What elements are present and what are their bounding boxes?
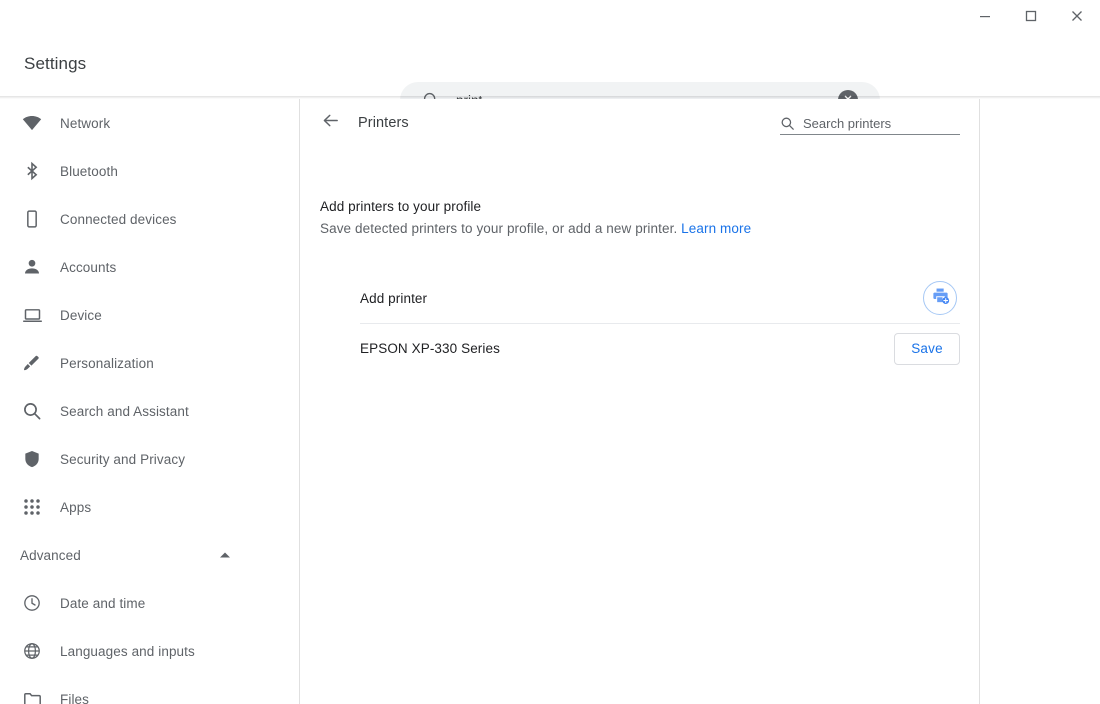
person-icon xyxy=(20,255,44,279)
row-label: EPSON XP-330 Series xyxy=(360,341,500,356)
search-icon xyxy=(20,399,44,423)
sidebar-item-label: Security and Privacy xyxy=(60,452,185,467)
brush-icon xyxy=(20,351,44,375)
minimize-button[interactable] xyxy=(962,0,1008,32)
sidebar-item-search-and-assistant[interactable]: Search and Assistant xyxy=(0,387,299,435)
window-titlebar xyxy=(0,0,1100,32)
sidebar-item-files[interactable]: Files xyxy=(0,675,299,704)
printer-search-input[interactable] xyxy=(803,116,979,131)
maximize-button[interactable] xyxy=(1008,0,1054,32)
add-printer-button[interactable] xyxy=(923,281,957,315)
sidebar-nav: Network Bluetooth Connected devices xyxy=(0,99,300,704)
sidebar-item-device[interactable]: Device xyxy=(0,291,299,339)
sidebar-item-personalization[interactable]: Personalization xyxy=(0,339,299,387)
search-icon xyxy=(780,116,795,131)
sidebar-item-date-and-time[interactable]: Date and time xyxy=(0,579,299,627)
grid-apps-icon xyxy=(20,495,44,519)
phone-icon xyxy=(20,207,44,231)
save-button[interactable]: Save xyxy=(894,333,960,365)
sidebar-item-label: Personalization xyxy=(60,356,154,371)
sidebar-item-label: Device xyxy=(60,308,102,323)
printer-row-epson: EPSON XP-330 Series Save xyxy=(360,323,960,373)
sidebar-item-label: Bluetooth xyxy=(60,164,118,179)
printer-rows: Add printer EPSON XP-330 Series xyxy=(301,273,979,373)
settings-window: Settings Netw xyxy=(0,0,1100,704)
section-description-text: Save detected printers to your profile, … xyxy=(320,221,677,236)
add-printer-row[interactable]: Add printer xyxy=(360,273,960,323)
section-title: Add printers to your profile xyxy=(320,197,960,217)
sidebar-item-label: Network xyxy=(60,116,110,131)
learn-more-link[interactable]: Learn more xyxy=(681,221,751,236)
sidebar-advanced-toggle[interactable]: Advanced xyxy=(0,531,299,579)
laptop-icon xyxy=(20,303,44,327)
sidebar-item-label: Connected devices xyxy=(60,212,177,227)
printer-search-field[interactable] xyxy=(780,113,960,135)
sidebar-item-bluetooth[interactable]: Bluetooth xyxy=(0,147,299,195)
main-content: Printers Add printers to your profile Sa… xyxy=(301,99,980,704)
sidebar-advanced-label: Advanced xyxy=(20,548,219,563)
page-title: Printers xyxy=(358,113,409,133)
minimize-icon xyxy=(979,10,991,22)
arrow-left-icon xyxy=(321,111,340,135)
sidebar-item-label: Apps xyxy=(60,500,91,515)
app-title: Settings xyxy=(24,32,86,96)
folder-icon xyxy=(20,687,44,704)
chevron-up-icon xyxy=(219,551,231,559)
sidebar-item-network[interactable]: Network xyxy=(0,99,299,147)
sidebar-item-apps[interactable]: Apps xyxy=(0,483,299,531)
add-printers-section: Add printers to your profile Save detect… xyxy=(301,149,979,239)
sidebar-item-label: Accounts xyxy=(60,260,116,275)
row-label: Add printer xyxy=(360,291,427,306)
shield-icon xyxy=(20,447,44,471)
globe-icon xyxy=(20,639,44,663)
sidebar-item-label: Files xyxy=(60,692,89,704)
close-icon xyxy=(1071,10,1083,22)
sidebar-item-languages-and-inputs[interactable]: Languages and inputs xyxy=(0,627,299,675)
wifi-icon xyxy=(20,111,44,135)
sidebar-item-label: Date and time xyxy=(60,596,145,611)
sidebar-item-connected-devices[interactable]: Connected devices xyxy=(0,195,299,243)
close-button[interactable] xyxy=(1054,0,1100,32)
printers-page-header: Printers xyxy=(301,99,979,149)
clock-icon xyxy=(20,591,44,615)
printer-add-icon xyxy=(931,286,950,310)
sidebar-item-accounts[interactable]: Accounts xyxy=(0,243,299,291)
section-description: Save detected printers to your profile, … xyxy=(320,219,960,239)
sidebar-item-label: Languages and inputs xyxy=(60,644,195,659)
maximize-icon xyxy=(1025,10,1037,22)
back-button[interactable] xyxy=(320,113,340,133)
sidebar-item-security-and-privacy[interactable]: Security and Privacy xyxy=(0,435,299,483)
sidebar-item-label: Search and Assistant xyxy=(60,404,189,419)
settings-header: Settings xyxy=(0,32,1100,96)
bluetooth-icon xyxy=(20,159,44,183)
